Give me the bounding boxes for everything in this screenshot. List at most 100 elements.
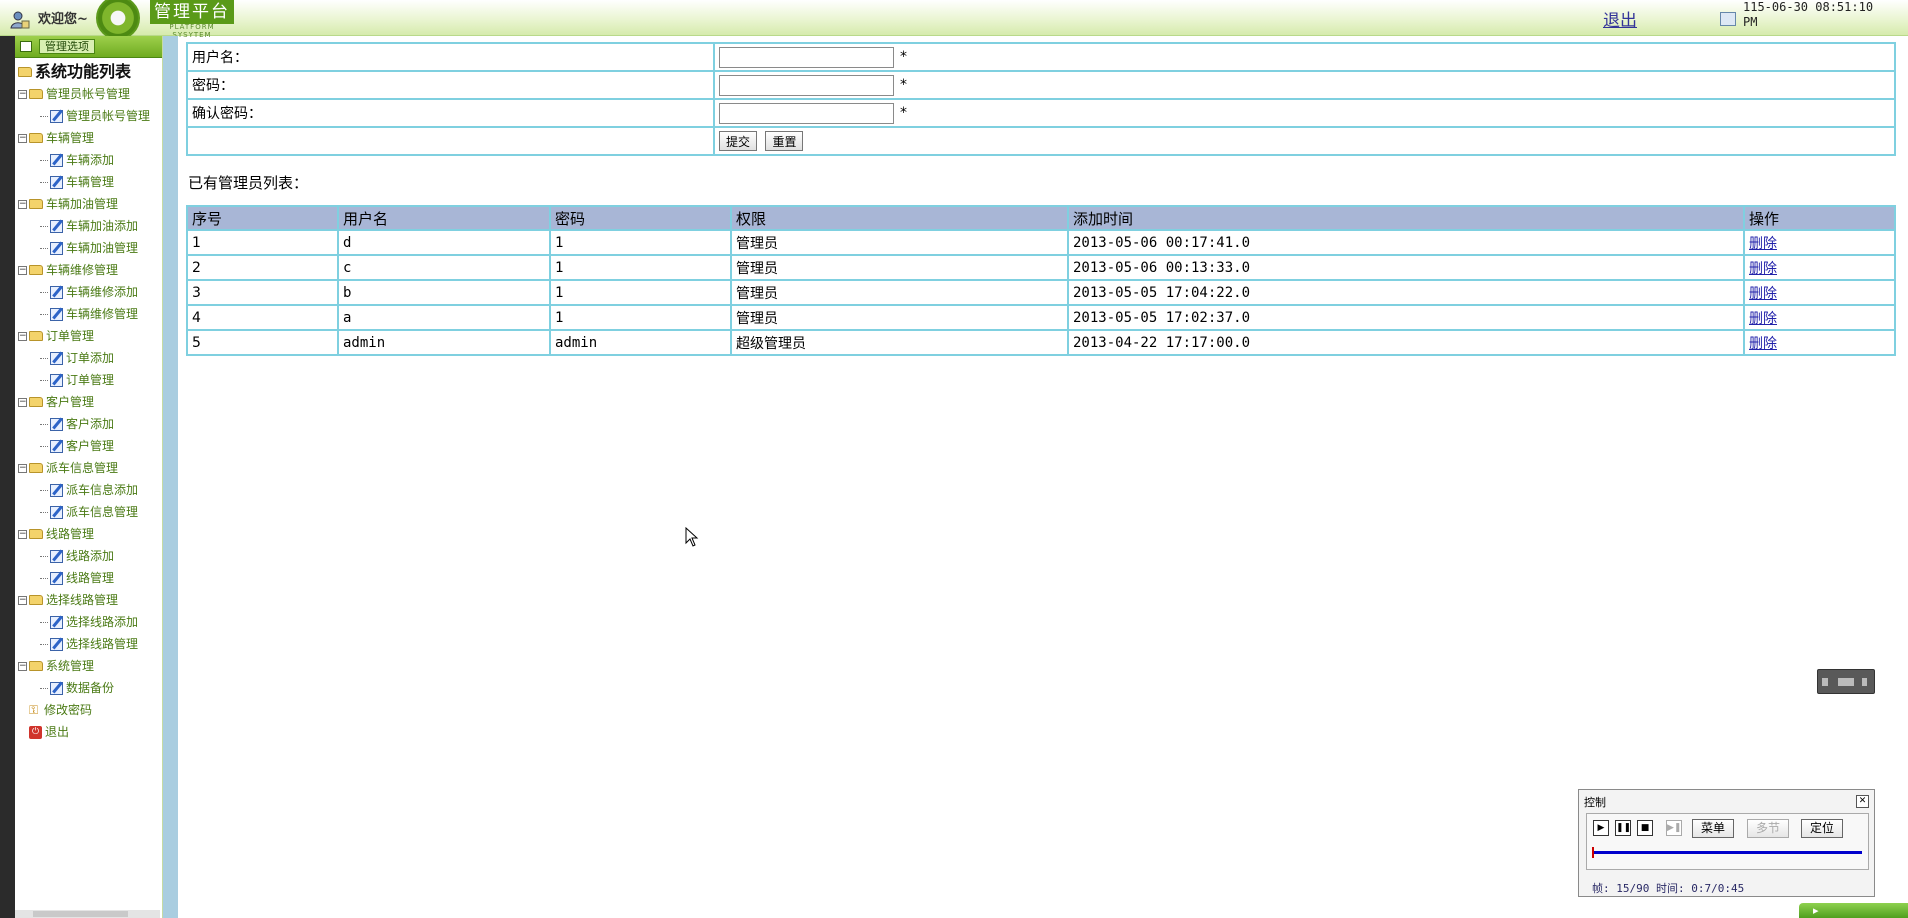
- sidebar-item-customer-add[interactable]: 客户添加: [18, 413, 162, 435]
- welcome-text: 欢迎您~: [38, 12, 88, 27]
- sidebar-group-dispatch[interactable]: − 派车信息管理: [18, 457, 162, 479]
- close-icon[interactable]: ✕: [1856, 795, 1869, 808]
- collapse-icon[interactable]: −: [18, 661, 27, 671]
- scrollbar-thumb[interactable]: [33, 911, 128, 917]
- reset-button[interactable]: 重置: [765, 131, 804, 151]
- collapse-icon[interactable]: −: [18, 595, 27, 605]
- sidebar-item-customer-manage[interactable]: 客户管理: [18, 435, 162, 457]
- sidebar-item-route-add[interactable]: 线路添加: [18, 545, 162, 567]
- sidebar-group-select-route[interactable]: − 选择线路管理: [18, 589, 162, 611]
- col-header-id: 序号: [186, 205, 339, 231]
- collapse-icon[interactable]: −: [18, 199, 27, 209]
- cell-time: 2013-05-06 00:17:41.0: [1067, 229, 1745, 256]
- sidebar-item-select-route-add[interactable]: 选择线路添加: [18, 611, 162, 633]
- sidebar-item-fuel-manage[interactable]: 车辆加油管理: [18, 237, 162, 259]
- progress-marker[interactable]: [1592, 847, 1594, 858]
- logout-link[interactable]: 退出: [1603, 6, 1637, 31]
- sidebar-group-admin[interactable]: − 管理员帐号管理: [18, 83, 162, 105]
- collapse-icon[interactable]: −: [18, 529, 27, 539]
- collapse-icon[interactable]: −: [18, 463, 27, 473]
- play-icon[interactable]: ▶: [1593, 820, 1609, 836]
- multi-section-button[interactable]: 多节: [1747, 819, 1789, 838]
- item-label: 车辆管理: [66, 175, 115, 189]
- edit-icon: [50, 109, 63, 123]
- cell-username: c: [337, 254, 551, 281]
- sidebar-group-system[interactable]: − 系统管理: [18, 655, 162, 677]
- group-label: 管理员帐号管理: [46, 87, 131, 101]
- delete-link[interactable]: 删除: [1749, 336, 1777, 352]
- collapse-icon[interactable]: −: [18, 397, 27, 407]
- sidebar-title-tab[interactable]: 管理选项: [39, 39, 95, 54]
- tree-line: [40, 643, 48, 645]
- sidebar-group-customer[interactable]: − 客户管理: [18, 391, 162, 413]
- table-header-row: 序号 用户名 密码 权限 添加时间 操作: [186, 205, 1896, 231]
- sidebar-group-order[interactable]: − 订单管理: [18, 325, 162, 347]
- cell-role: 管理员: [730, 229, 1069, 256]
- sidebar-item-route-manage[interactable]: 线路管理: [18, 567, 162, 589]
- confirm-password-input[interactable]: [719, 102, 894, 124]
- edit-icon: [50, 615, 63, 629]
- edit-icon: [50, 285, 63, 299]
- locate-button[interactable]: 定位: [1801, 819, 1843, 838]
- sidebar-item-order-add[interactable]: 订单添加: [18, 347, 162, 369]
- item-label: 数据备份: [66, 681, 115, 695]
- corner-panel-button[interactable]: ▸: [1799, 903, 1908, 918]
- sidebar-group-repair[interactable]: − 车辆维修管理: [18, 259, 162, 281]
- step-forward-icon[interactable]: ▶❚: [1666, 820, 1682, 836]
- item-label: 客户添加: [66, 417, 115, 431]
- delete-link[interactable]: 删除: [1749, 236, 1777, 252]
- sidebar-scrollbar[interactable]: [15, 910, 160, 918]
- sidebar-item-dispatch-manage[interactable]: 派车信息管理: [18, 501, 162, 523]
- collapse-icon[interactable]: −: [18, 331, 27, 341]
- delete-link[interactable]: 删除: [1749, 261, 1777, 277]
- username-input[interactable]: [719, 46, 894, 68]
- sidebar-group-fuel[interactable]: − 车辆加油管理: [18, 193, 162, 215]
- sidebar-item-data-backup[interactable]: 数据备份: [18, 677, 162, 699]
- folder-icon: [29, 397, 43, 407]
- grip-icon: [1822, 678, 1828, 686]
- cell-password: 1: [549, 254, 732, 281]
- password-input[interactable]: [719, 74, 894, 96]
- sidebar-item-admin-manage[interactable]: 管理员帐号管理: [18, 105, 162, 127]
- tree-line: [40, 379, 48, 381]
- sidebar-item-order-manage[interactable]: 订单管理: [18, 369, 162, 391]
- frame-divider[interactable]: [163, 36, 178, 918]
- edit-icon: [50, 153, 63, 167]
- pause-icon[interactable]: ❚❚: [1615, 820, 1631, 836]
- control-title: 控制: [1584, 796, 1606, 809]
- submit-button[interactable]: 提交: [719, 131, 758, 151]
- tree-line: [40, 621, 48, 623]
- sidebar-item-dispatch-add[interactable]: 派车信息添加: [18, 479, 162, 501]
- collapse-icon[interactable]: −: [18, 89, 27, 99]
- sidebar-item-vehicle-add[interactable]: 车辆添加: [18, 149, 162, 171]
- sidebar-group-vehicle[interactable]: − 车辆管理: [18, 127, 162, 149]
- edit-icon: [50, 439, 63, 453]
- sidebar-item-vehicle-manage[interactable]: 车辆管理: [18, 171, 162, 193]
- keyboard-tray-widget[interactable]: [1817, 669, 1875, 694]
- delete-link[interactable]: 删除: [1749, 311, 1777, 327]
- stop-icon[interactable]: ■: [1637, 820, 1653, 836]
- delete-link[interactable]: 删除: [1749, 286, 1777, 302]
- function-tree: 系统功能列表 − 管理员帐号管理 管理员帐号管理 − 车辆管理 车辆添加 车辆管理 …: [15, 58, 162, 743]
- top-header: 欢迎您~ 管理平台 PLATFORM SYSYTEM 退出 115-06-30 …: [0, 0, 1908, 40]
- playback-control-panel: 控制 ✕ ▶ ❚❚ ■ ▶❚ 菜单 多节 定位 帧: 15/90 时间: 0:7…: [1578, 789, 1875, 897]
- sidebar-group-route[interactable]: − 线路管理: [18, 523, 162, 545]
- col-header-password: 密码: [549, 205, 732, 231]
- admin-form: 用户名： * 密码： * 确认密码： * 提交 重置: [186, 42, 1896, 156]
- tree-line: [40, 181, 48, 183]
- sidebar-item-logout[interactable]: ⏻ 退出: [18, 721, 162, 743]
- sidebar-item-change-password[interactable]: ⚿ 修改密码: [18, 699, 162, 721]
- sidebar-item-fuel-add[interactable]: 车辆加油添加: [18, 215, 162, 237]
- sidebar-item-repair-manage[interactable]: 车辆维修管理: [18, 303, 162, 325]
- tree-line: [40, 247, 48, 249]
- progress-track[interactable]: [1592, 851, 1862, 854]
- item-label: 修改密码: [44, 703, 93, 717]
- collapse-icon[interactable]: −: [18, 265, 27, 275]
- item-label: 管理员帐号管理: [66, 109, 151, 123]
- sidebar-item-select-route-manage[interactable]: 选择线路管理: [18, 633, 162, 655]
- sidebar-item-repair-add[interactable]: 车辆维修添加: [18, 281, 162, 303]
- menu-button[interactable]: 菜单: [1692, 819, 1734, 838]
- item-label: 派车信息管理: [66, 505, 139, 519]
- mouse-cursor-icon: [685, 527, 699, 547]
- collapse-icon[interactable]: −: [18, 133, 27, 143]
